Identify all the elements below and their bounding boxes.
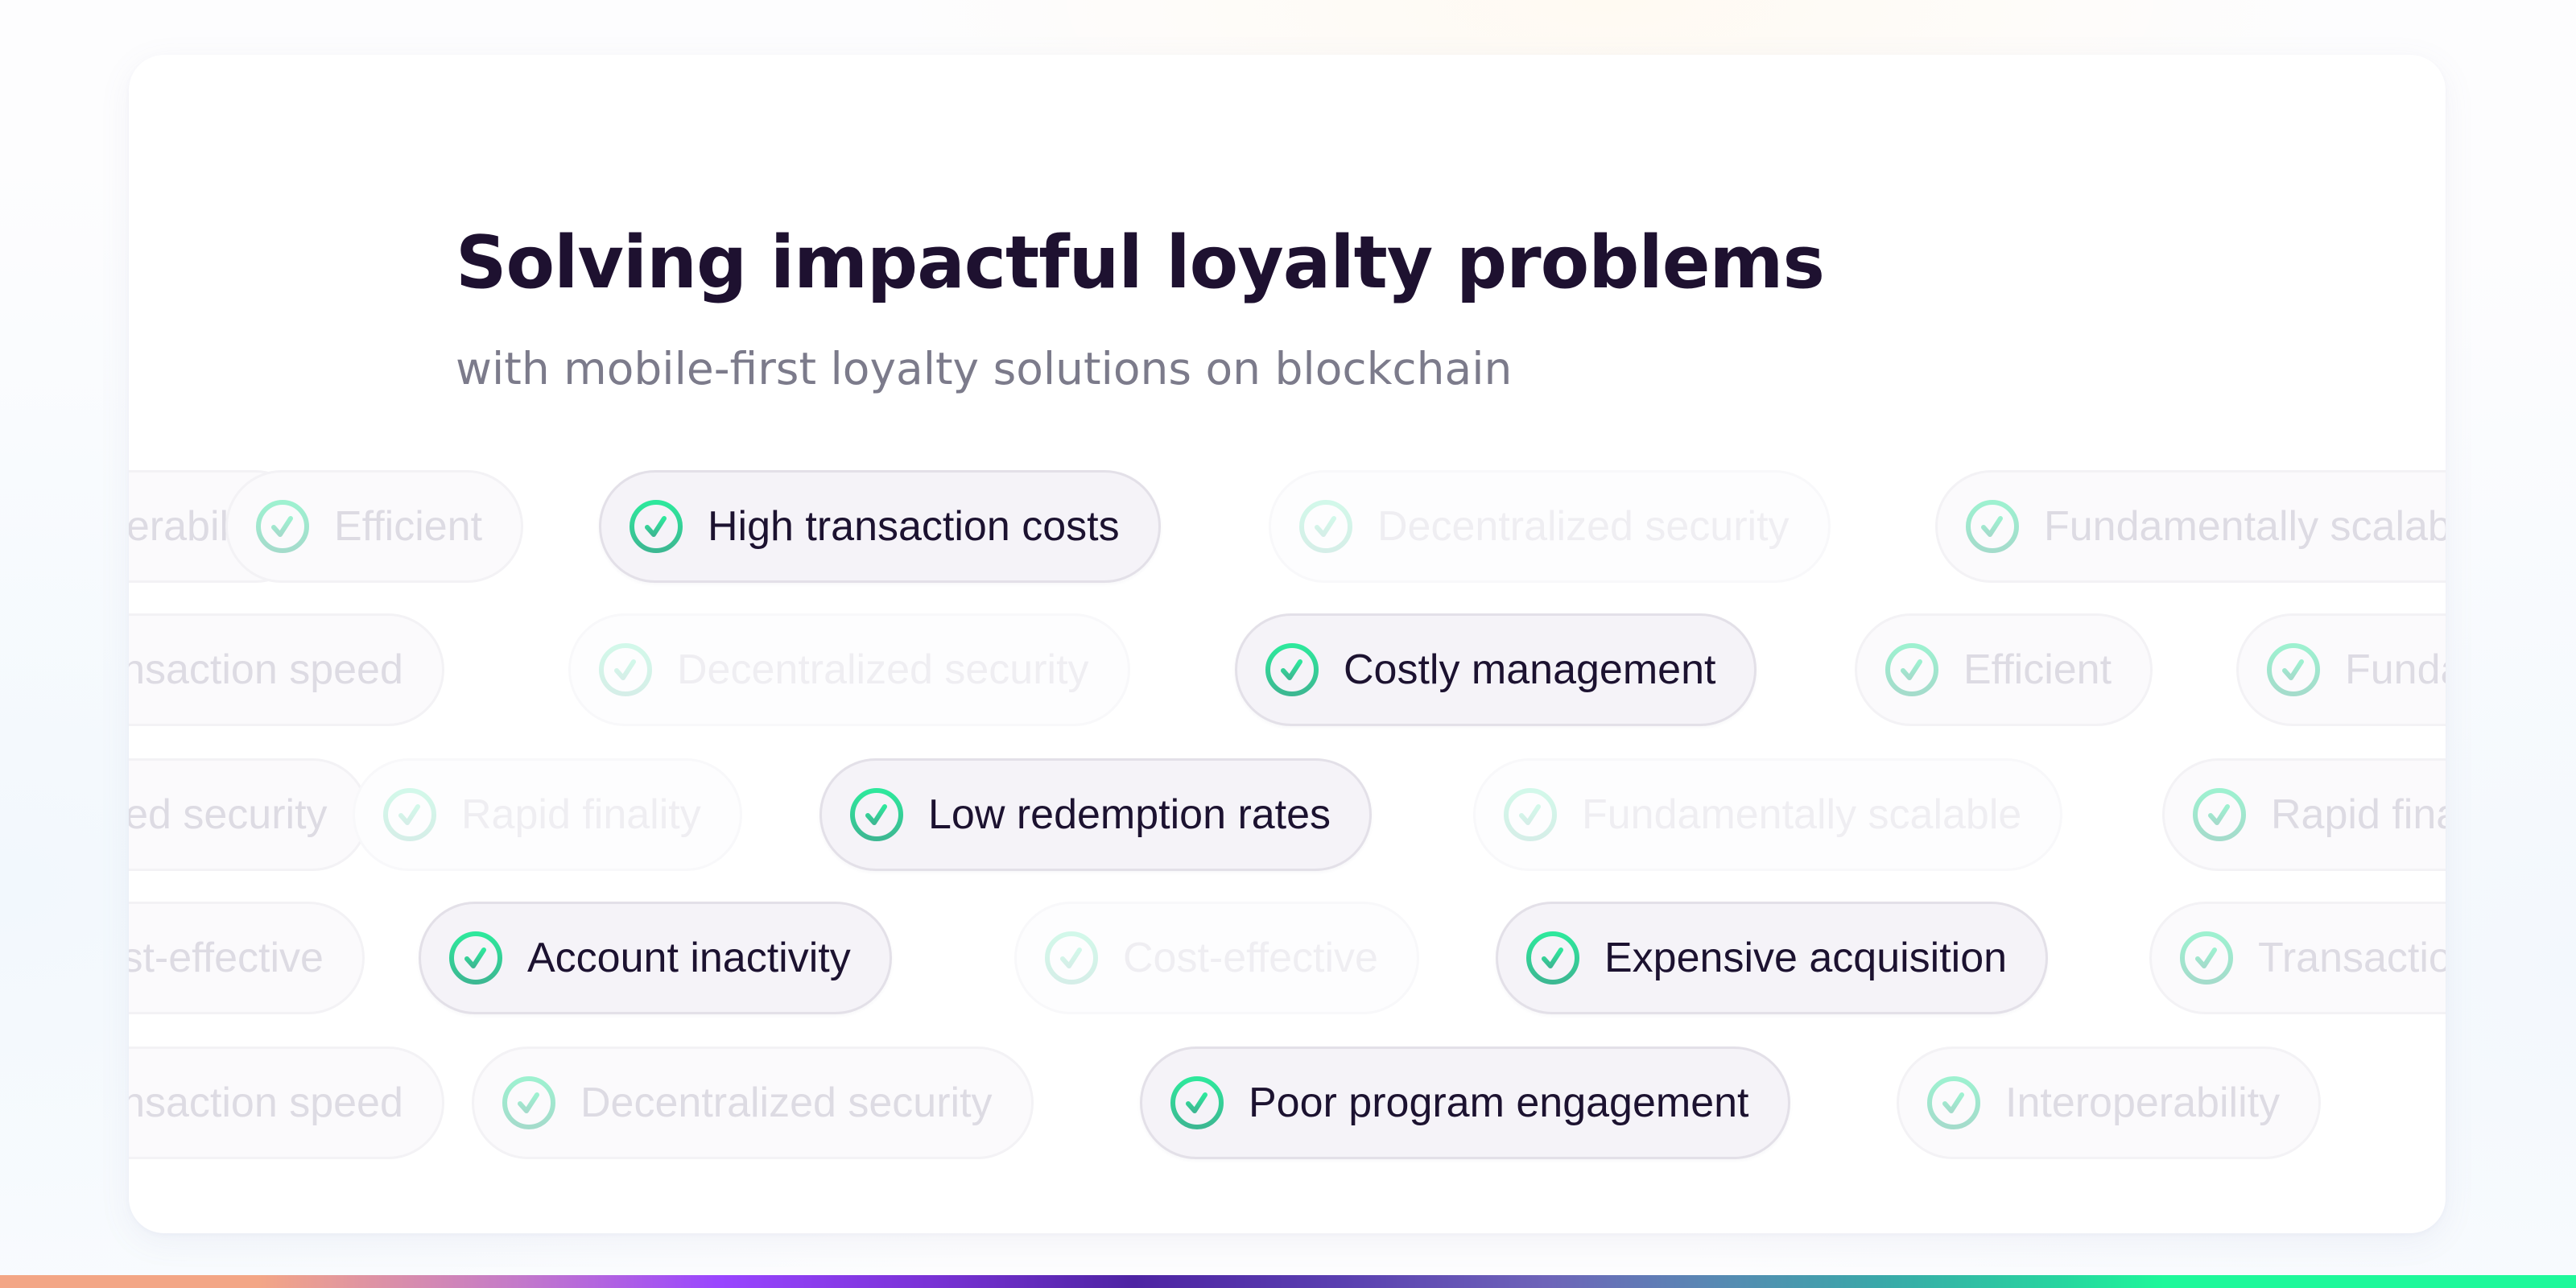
- problem-chip: Transaction speed: [2149, 902, 2446, 1014]
- chip-label: Low redemption rates: [928, 791, 1331, 838]
- problem-chip: Transaction speed: [129, 1046, 444, 1159]
- check-circle-icon: [502, 1076, 555, 1129]
- problem-chip: Decentralized security: [568, 613, 1130, 726]
- page-subtitle: with mobile-first loyalty solutions on b…: [456, 343, 1513, 394]
- check-circle-icon: [256, 500, 309, 553]
- check-circle-icon: [630, 500, 683, 553]
- problem-chip: Rapid finality: [2162, 758, 2446, 871]
- chip-label: Fundamentally scalable: [1582, 791, 2022, 838]
- problem-chip: Expensive acquisition: [1496, 902, 2049, 1014]
- problem-chip: Cost-effective: [1014, 902, 1419, 1014]
- chip-label: Interoperability: [2005, 1080, 2281, 1126]
- check-circle-icon: [1265, 643, 1319, 696]
- chip-label: Fundamentally scalable: [2044, 503, 2446, 550]
- chip-label: Transaction speed: [2258, 935, 2446, 981]
- check-circle-icon: [2193, 788, 2246, 841]
- check-circle-icon: [1885, 643, 1938, 696]
- chip-label: Cost-effective: [129, 935, 324, 981]
- chip-label: Rapid finality: [2271, 791, 2446, 838]
- chip-label: Poor program engagement: [1249, 1080, 1749, 1126]
- bottom-gradient-bar: [0, 1275, 2576, 1288]
- check-circle-icon: [850, 788, 903, 841]
- check-circle-icon: [599, 643, 652, 696]
- problem-chip: Decentralized security: [472, 1046, 1034, 1159]
- problem-chip: High transaction costs: [599, 470, 1161, 583]
- hero-card: Solving impactful loyalty problems with …: [129, 55, 2446, 1233]
- check-circle-icon: [1927, 1076, 1980, 1129]
- check-circle-icon: [2180, 931, 2233, 985]
- chip-label: Costly management: [1344, 646, 1716, 693]
- problem-chip: Fundamentally scalable: [2236, 613, 2446, 726]
- chip-label: Decentralized security: [677, 646, 1089, 693]
- check-circle-icon: [2267, 643, 2320, 696]
- problem-chip: Fundamentally scalable: [1935, 470, 2446, 583]
- problem-chip: Transaction speed: [129, 613, 444, 726]
- check-circle-icon: [1966, 500, 2019, 553]
- check-circle-icon: [1526, 931, 1579, 985]
- problem-chip: Poor program engagement: [1140, 1046, 1790, 1159]
- check-circle-icon: [1170, 1076, 1224, 1129]
- problem-chip: Account inactivity: [419, 902, 892, 1014]
- problem-chip: Decentralized security: [129, 758, 369, 871]
- chip-label: Decentralized security: [1377, 503, 1790, 550]
- problem-chip: Cost-effective: [129, 902, 365, 1014]
- problem-chip: Efficient: [225, 470, 524, 583]
- problem-chip: Interoperability: [1897, 1046, 2322, 1159]
- problem-chip: Decentralized security: [1269, 470, 1831, 583]
- check-circle-icon: [383, 788, 436, 841]
- chip-label: High transaction costs: [708, 503, 1120, 550]
- page-title: Solving impactful loyalty problems: [456, 221, 1825, 305]
- problem-chip: Low redemption rates: [819, 758, 1373, 871]
- problem-chip: Efficient: [1855, 613, 2153, 726]
- problem-chip: Rapid finality: [353, 758, 742, 871]
- chip-label: Decentralized security: [129, 791, 328, 838]
- chip-label: Efficient: [334, 503, 483, 550]
- chip-label: Efficient: [1963, 646, 2112, 693]
- chip-label: Expensive acquisition: [1604, 935, 2008, 981]
- check-circle-icon: [449, 931, 502, 985]
- chip-label: Cost-effective: [1123, 935, 1378, 981]
- problem-chip: Fundamentally scalable: [1473, 758, 2063, 871]
- check-circle-icon: [1045, 931, 1098, 985]
- chip-label: Rapid finality: [461, 791, 701, 838]
- check-circle-icon: [1299, 500, 1352, 553]
- check-circle-icon: [1504, 788, 1557, 841]
- chip-label: Transaction speed: [129, 646, 403, 693]
- chip-label: Transaction speed: [129, 1080, 403, 1126]
- chip-label: Fundamentally scalable: [2345, 646, 2446, 693]
- problem-chip: Costly management: [1235, 613, 1757, 726]
- chip-label: Account inactivity: [527, 935, 851, 981]
- chip-label: Decentralized security: [580, 1080, 993, 1126]
